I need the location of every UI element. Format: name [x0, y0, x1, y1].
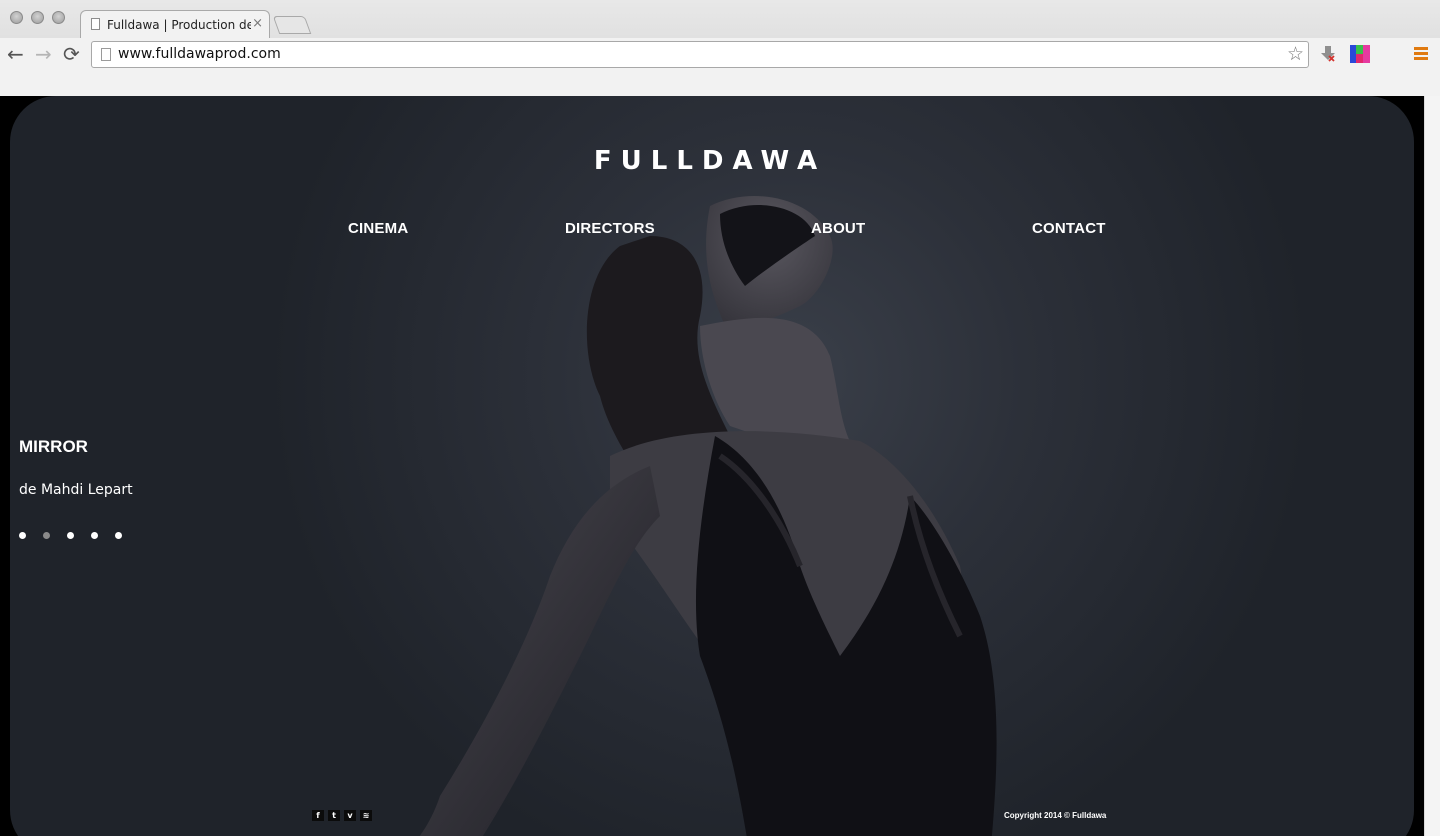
- zoom-window-button[interactable]: [52, 11, 65, 24]
- slider-dot[interactable]: [91, 532, 98, 539]
- hero-background: [10, 96, 1414, 836]
- close-tab-icon[interactable]: ×: [252, 16, 263, 31]
- site-logo[interactable]: FULLDAWA: [0, 146, 1424, 176]
- nav-cinema[interactable]: CINEMA: [348, 220, 408, 237]
- bookmark-star-icon[interactable]: ☆: [1287, 43, 1304, 65]
- slide-subtitle: de Mahdi Lepart: [19, 482, 133, 498]
- browser-menu-icon[interactable]: [1414, 47, 1428, 61]
- page-scrollbar[interactable]: [1424, 96, 1440, 836]
- browser-chrome: Fulldawa | Production de c × ← → ⟳ www.f…: [0, 0, 1440, 97]
- dancer-image: [419, 196, 997, 836]
- nav-contact[interactable]: CONTACT: [1032, 220, 1106, 237]
- nav-about[interactable]: ABOUT: [811, 220, 865, 237]
- twitter-icon[interactable]: t: [328, 810, 340, 821]
- slider-dot[interactable]: [115, 532, 122, 539]
- tab-title: Fulldawa | Production de c: [107, 18, 251, 32]
- slide-title[interactable]: MIRROR: [19, 437, 88, 457]
- page-icon: [101, 48, 111, 61]
- page-viewport: FULLDAWA CINEMA DIRECTORS ABOUT CONTACT …: [0, 96, 1424, 836]
- close-window-button[interactable]: [10, 11, 23, 24]
- facebook-icon[interactable]: f: [312, 810, 324, 821]
- url-text[interactable]: www.fulldawaprod.com: [118, 46, 281, 62]
- slider-dot[interactable]: [67, 532, 74, 539]
- color-extension-icon[interactable]: [1350, 45, 1370, 63]
- rss-icon[interactable]: ≋: [360, 810, 372, 821]
- active-tab[interactable]: Fulldawa | Production de c ×: [80, 10, 270, 38]
- nav-directors[interactable]: DIRECTORS: [565, 220, 655, 237]
- page-icon: [91, 18, 100, 30]
- new-tab-button[interactable]: [272, 16, 312, 34]
- minimize-window-button[interactable]: [31, 11, 44, 24]
- download-extension-icon[interactable]: [1320, 45, 1336, 63]
- browser-toolbar: ← → ⟳ www.fulldawaprod.com ☆: [0, 38, 1440, 96]
- vimeo-icon[interactable]: v: [344, 810, 356, 821]
- tab-strip: Fulldawa | Production de c ×: [0, 0, 1440, 38]
- reload-button[interactable]: ⟳: [63, 42, 80, 66]
- slider-dot-active[interactable]: [43, 532, 50, 539]
- address-bar[interactable]: www.fulldawaprod.com ☆: [91, 41, 1309, 68]
- forward-button[interactable]: →: [35, 42, 52, 66]
- copyright-text: Copyright 2014 © Fulldawa: [1004, 811, 1107, 820]
- back-button[interactable]: ←: [7, 42, 24, 66]
- slider-dot[interactable]: [19, 532, 26, 539]
